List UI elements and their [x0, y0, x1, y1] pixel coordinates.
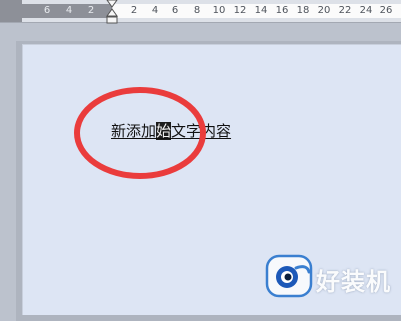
ruler-number: 24: [359, 5, 373, 16]
ruler-number: 10: [212, 5, 226, 16]
ruler-number: 16: [275, 5, 289, 16]
ruler-number: 22: [338, 5, 352, 16]
ruler-number: 2: [130, 5, 138, 16]
ruler-number: 6: [171, 5, 179, 16]
watermark-text: 好装机: [316, 268, 391, 296]
watermark-logo-icon: [265, 254, 313, 298]
ruler-number: 26: [379, 5, 393, 16]
red-highlight-circle: [74, 87, 206, 179]
ruler-number: 4: [151, 5, 159, 16]
horizontal-ruler[interactable]: 6 4 2 2 4 6 8 10 12 14 16 18 20 22 24 26: [0, 0, 401, 26]
ruler-number: 12: [233, 5, 247, 16]
ruler-number: 20: [317, 5, 331, 16]
ruler-number: 4: [65, 5, 73, 16]
ruler-number: 8: [193, 5, 201, 16]
ruler-margin-left: [0, 0, 22, 22]
ruler-number: 18: [296, 5, 310, 16]
ruler-number: 2: [87, 5, 95, 16]
ruler-number: 6: [43, 5, 51, 16]
indent-marker-handle[interactable]: [106, 0, 118, 26]
ruler-number: 14: [254, 5, 268, 16]
